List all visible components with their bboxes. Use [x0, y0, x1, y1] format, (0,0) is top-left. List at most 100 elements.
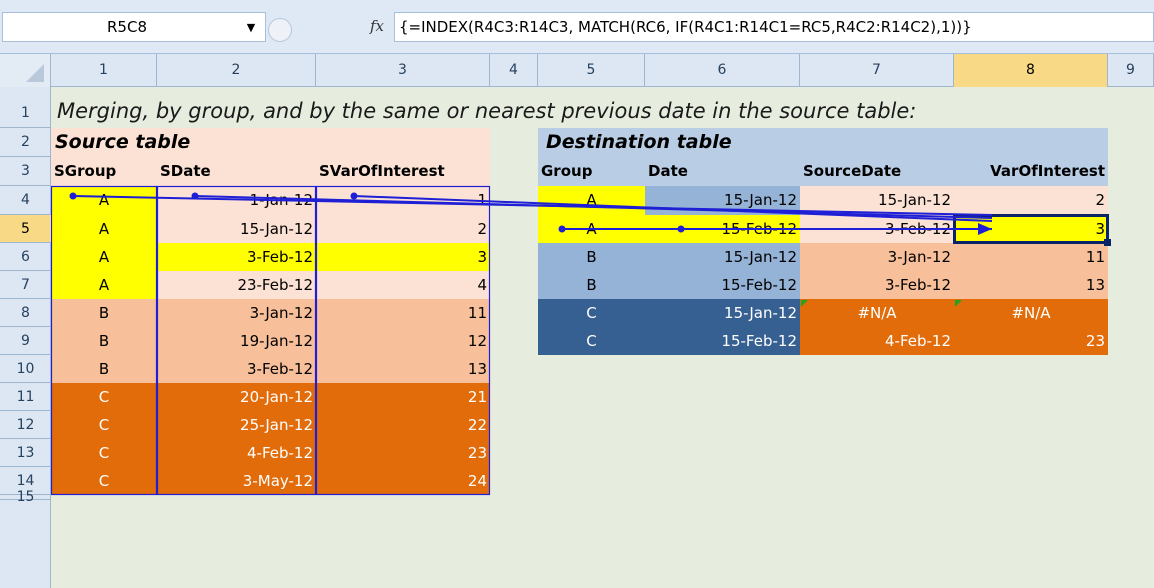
- dest-cell-group[interactable]: A: [538, 215, 645, 243]
- column-header-2[interactable]: 2: [157, 54, 316, 87]
- row-header-1[interactable]: 1: [0, 87, 51, 128]
- source-cell-value[interactable]: 12: [316, 327, 490, 355]
- dest-cell-date[interactable]: 15-Feb-12: [645, 271, 800, 299]
- column-header-8[interactable]: 8: [954, 54, 1108, 87]
- source-cell-value[interactable]: 3: [316, 243, 490, 271]
- dest-cell-source-date[interactable]: 3-Feb-12: [800, 271, 954, 299]
- dest-cell-var[interactable]: 11: [954, 243, 1108, 271]
- dest-cell-var[interactable]: #N/A: [954, 299, 1108, 327]
- source-header-1[interactable]: SDate: [157, 157, 316, 186]
- error-indicator-icon: [801, 300, 808, 307]
- row-header-5[interactable]: 5: [0, 215, 51, 243]
- dest-header-0[interactable]: Group: [538, 157, 645, 186]
- row-header-4[interactable]: 4: [0, 186, 51, 215]
- worksheet-grid[interactable]: Merging, by group, and by the same or ne…: [51, 87, 1154, 588]
- source-cell-value[interactable]: 11: [316, 299, 490, 327]
- source-cell-group[interactable]: A: [51, 215, 157, 243]
- dest-cell-source-date[interactable]: 15-Jan-12: [800, 186, 954, 215]
- source-cell-group[interactable]: C: [51, 383, 157, 411]
- source-header-0[interactable]: SGroup: [51, 157, 157, 186]
- dest-header-3[interactable]: VarOfInterest: [954, 157, 1108, 186]
- dest-cell-source-date[interactable]: #N/A: [800, 299, 954, 327]
- source-cell-value[interactable]: 21: [316, 383, 490, 411]
- column-header-5[interactable]: 5: [538, 54, 645, 87]
- source-cell-date[interactable]: 1-Jan-12: [157, 186, 316, 215]
- row-header-11[interactable]: 11: [0, 383, 51, 411]
- cancel-icon[interactable]: [268, 18, 292, 42]
- fill-handle[interactable]: [1104, 239, 1111, 246]
- name-box[interactable]: R5C8 ▼: [2, 12, 266, 42]
- source-cell-date[interactable]: 4-Feb-12: [157, 439, 316, 467]
- source-cell-group[interactable]: C: [51, 439, 157, 467]
- formula-input[interactable]: {=INDEX(R4C3:R14C3, MATCH(RC6, IF(R4C1:R…: [394, 12, 1154, 42]
- source-cell-group[interactable]: C: [51, 411, 157, 439]
- dest-cell-var[interactable]: 13: [954, 271, 1108, 299]
- dest-cell-group[interactable]: B: [538, 243, 645, 271]
- source-cell-date[interactable]: 25-Jan-12: [157, 411, 316, 439]
- dest-cell-group[interactable]: C: [538, 299, 645, 327]
- column-header-7[interactable]: 7: [800, 54, 954, 87]
- source-cell-group[interactable]: B: [51, 299, 157, 327]
- row-header-12[interactable]: 12: [0, 411, 51, 439]
- column-header-4[interactable]: 4: [490, 54, 538, 87]
- source-cell-date[interactable]: 19-Jan-12: [157, 327, 316, 355]
- row-header-9[interactable]: 9: [0, 327, 51, 355]
- dest-cell-date[interactable]: 15-Jan-12: [645, 299, 800, 327]
- source-cell-value[interactable]: 23: [316, 439, 490, 467]
- dest-cell-var[interactable]: 2: [954, 186, 1108, 215]
- dest-cell-group[interactable]: B: [538, 271, 645, 299]
- dest-cell-group[interactable]: A: [538, 186, 645, 215]
- dest-cell-date[interactable]: 15-Jan-12: [645, 186, 800, 215]
- source-cell-value[interactable]: 13: [316, 355, 490, 383]
- source-cell-date[interactable]: 15-Jan-12: [157, 215, 316, 243]
- source-cell-date[interactable]: 3-Feb-12: [157, 243, 316, 271]
- sheet-title[interactable]: Merging, by group, and by the same or ne…: [57, 99, 916, 123]
- source-cell-value[interactable]: 1: [316, 186, 490, 215]
- source-cell-group[interactable]: B: [51, 327, 157, 355]
- source-table-heading[interactable]: Source table: [55, 131, 190, 153]
- source-cell-value[interactable]: 4: [316, 271, 490, 299]
- chevron-down-icon[interactable]: ▼: [239, 19, 263, 37]
- row-header-7[interactable]: 7: [0, 271, 51, 299]
- dest-cell-source-date[interactable]: 4-Feb-12: [800, 327, 954, 355]
- source-cell-group[interactable]: A: [51, 243, 157, 271]
- dest-header-1[interactable]: Date: [645, 157, 800, 186]
- dest-cell-var[interactable]: 23: [954, 327, 1108, 355]
- row-header-6[interactable]: 6: [0, 243, 51, 271]
- dest-cell-date[interactable]: 15-Feb-12: [645, 327, 800, 355]
- row-header-2[interactable]: 2: [0, 128, 51, 157]
- column-headers: 123456789: [0, 54, 1154, 87]
- source-header-2[interactable]: SVarOfInterest: [316, 157, 490, 186]
- source-cell-date[interactable]: 3-Jan-12: [157, 299, 316, 327]
- source-cell-group[interactable]: B: [51, 355, 157, 383]
- dest-cell-source-date[interactable]: 3-Jan-12: [800, 243, 954, 271]
- source-cell-group[interactable]: A: [51, 271, 157, 299]
- row-header-8[interactable]: 8: [0, 299, 51, 327]
- source-cell-date[interactable]: 3-Feb-12: [157, 355, 316, 383]
- source-cell-value[interactable]: 24: [316, 467, 490, 495]
- source-cell-date[interactable]: 20-Jan-12: [157, 383, 316, 411]
- source-cell-date[interactable]: 23-Feb-12: [157, 271, 316, 299]
- select-all-button[interactable]: [0, 54, 51, 87]
- source-cell-group[interactable]: A: [51, 186, 157, 215]
- dest-cell-group[interactable]: C: [538, 327, 645, 355]
- row-header-3[interactable]: 3: [0, 157, 51, 186]
- dest-cell-source-date[interactable]: 3-Feb-12: [800, 215, 954, 243]
- source-cell-date[interactable]: 3-May-12: [157, 467, 316, 495]
- row-header-15[interactable]: 15: [0, 490, 51, 504]
- column-header-9[interactable]: 9: [1108, 54, 1154, 87]
- fx-icon[interactable]: fx: [370, 17, 384, 35]
- column-header-3[interactable]: 3: [316, 54, 490, 87]
- source-cell-group[interactable]: C: [51, 467, 157, 495]
- column-header-6[interactable]: 6: [645, 54, 800, 87]
- dest-cell-date[interactable]: 15-Feb-12: [645, 215, 800, 243]
- destination-table-heading[interactable]: Destination table: [546, 131, 732, 153]
- dest-header-2[interactable]: SourceDate: [800, 157, 954, 186]
- dest-cell-date[interactable]: 15-Jan-12: [645, 243, 800, 271]
- source-cell-value[interactable]: 2: [316, 215, 490, 243]
- row-header-13[interactable]: 13: [0, 439, 51, 467]
- row-header-10[interactable]: 10: [0, 355, 51, 383]
- source-cell-value[interactable]: 22: [316, 411, 490, 439]
- row-headers: 1 2 3 4 5 6 7 8 9 10 11 12 13 14 15: [0, 87, 51, 588]
- column-header-1[interactable]: 1: [51, 54, 157, 87]
